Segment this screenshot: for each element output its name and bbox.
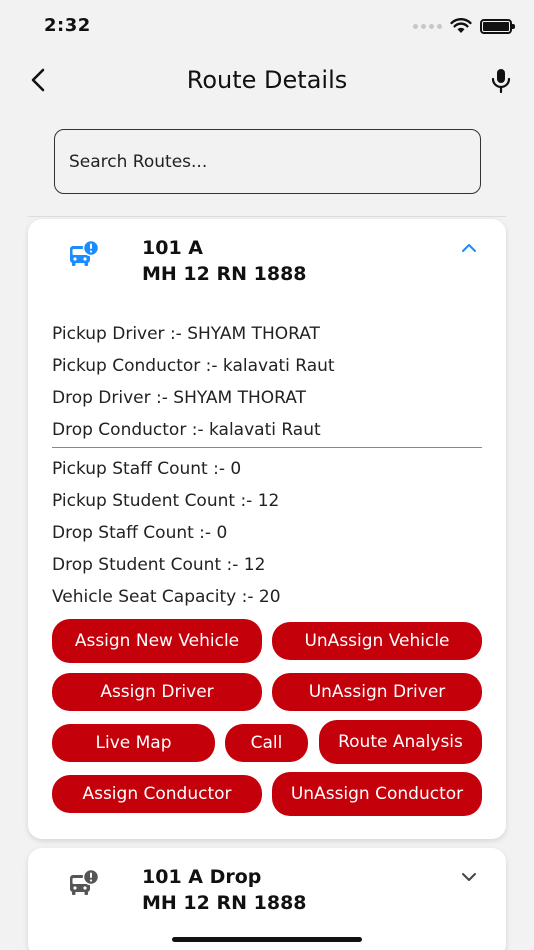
status-icons [413,18,515,34]
signal-icon [413,23,442,29]
status-time: 2:32 [44,15,91,36]
call-button[interactable]: Call [225,724,308,762]
route-plate: MH 12 RN 1888 [142,263,307,285]
drop-student-count: Drop Student Count :- 12 [52,555,266,575]
chevron-up-icon[interactable] [458,239,480,257]
live-map-button[interactable]: Live Map [52,724,215,762]
nav-bar: Route Details [0,52,534,110]
pickup-student-count: Pickup Student Count :- 12 [52,491,280,511]
home-indicator [172,937,362,942]
bus-alert-icon [70,868,100,895]
search-input[interactable] [54,129,481,194]
unassign-conductor-button[interactable]: UnAssign Conductor [272,772,482,816]
details-divider [52,447,482,448]
route-name: 101 A [142,237,203,259]
pickup-driver: Pickup Driver :- SHYAM THORAT [52,324,320,344]
microphone-icon[interactable] [488,67,514,95]
route-card-header[interactable]: 101 A Drop MH 12 RN 1888 [28,848,506,928]
route-plate: MH 12 RN 1888 [142,892,307,914]
pickup-staff-count: Pickup Staff Count :- 0 [52,459,242,479]
drop-driver: Drop Driver :- SHYAM THORAT [52,388,306,408]
unassign-vehicle-button[interactable]: UnAssign Vehicle [272,622,482,660]
vehicle-seat-capacity: Vehicle Seat Capacity :- 20 [52,587,281,607]
unassign-driver-button[interactable]: UnAssign Driver [272,673,482,711]
route-name: 101 A Drop [142,866,262,888]
wifi-icon [450,18,472,33]
page-title: Route Details [186,66,348,94]
route-card[interactable]: 101 A Drop MH 12 RN 1888 [28,848,506,950]
drop-staff-count: Drop Staff Count :- 0 [52,523,228,543]
route-card-header[interactable]: 101 A MH 12 RN 1888 [28,219,506,299]
assign-driver-button[interactable]: Assign Driver [52,673,262,711]
route-card: 101 A MH 12 RN 1888 Pickup Driver :- SHY… [28,219,506,839]
assign-conductor-button[interactable]: Assign Conductor [52,775,262,813]
chevron-down-icon[interactable] [458,868,480,886]
assign-new-vehicle-button[interactable]: Assign New Vehicle [52,619,262,663]
search-container [54,129,481,194]
battery-icon [480,18,515,34]
drop-conductor: Drop Conductor :- kalavati Raut [52,420,321,440]
bus-alert-icon [70,239,100,266]
status-bar: 2:32 [0,0,534,52]
route-analysis-button[interactable]: Route Analysis [319,720,482,764]
list-top-divider [28,216,506,217]
pickup-conductor: Pickup Conductor :- kalavati Raut [52,356,335,376]
